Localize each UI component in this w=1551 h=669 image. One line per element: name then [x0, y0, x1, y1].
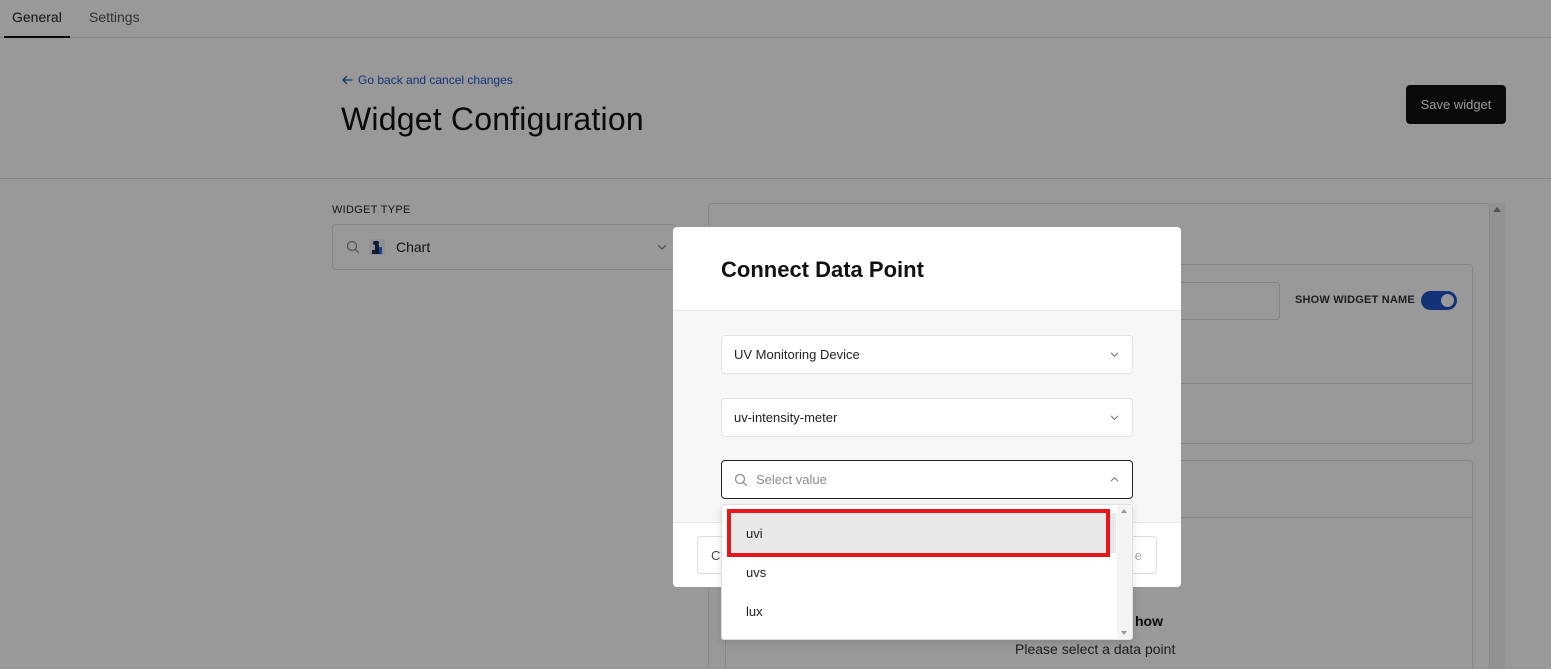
- value-search-input[interactable]: [756, 472, 1076, 487]
- chevron-down-icon: [1110, 352, 1119, 357]
- chevron-up-icon: [1110, 477, 1119, 482]
- dropdown-option[interactable]: uvi: [732, 513, 1116, 553]
- dropdown-option[interactable]: uvs: [732, 552, 1116, 592]
- device-select[interactable]: UV Monitoring Device: [721, 335, 1133, 374]
- modal-title: Connect Data Point: [721, 257, 924, 282]
- value-dropdown-list: uvi uvs lux: [721, 504, 1133, 640]
- scroll-down-arrow-icon[interactable]: [1121, 631, 1127, 635]
- meter-select-value: uv-intensity-meter: [734, 410, 838, 425]
- modal-header: Connect Data Point: [673, 227, 1181, 311]
- device-select-value: UV Monitoring Device: [734, 347, 860, 362]
- scroll-up-arrow-icon[interactable]: [1121, 509, 1127, 513]
- search-icon: [734, 473, 748, 486]
- dropdown-scrollbar[interactable]: [1117, 505, 1132, 639]
- value-select[interactable]: [721, 460, 1133, 499]
- dropdown-option[interactable]: lux: [732, 591, 1116, 631]
- chevron-down-icon: [1110, 415, 1119, 420]
- meter-select[interactable]: uv-intensity-meter: [721, 398, 1133, 437]
